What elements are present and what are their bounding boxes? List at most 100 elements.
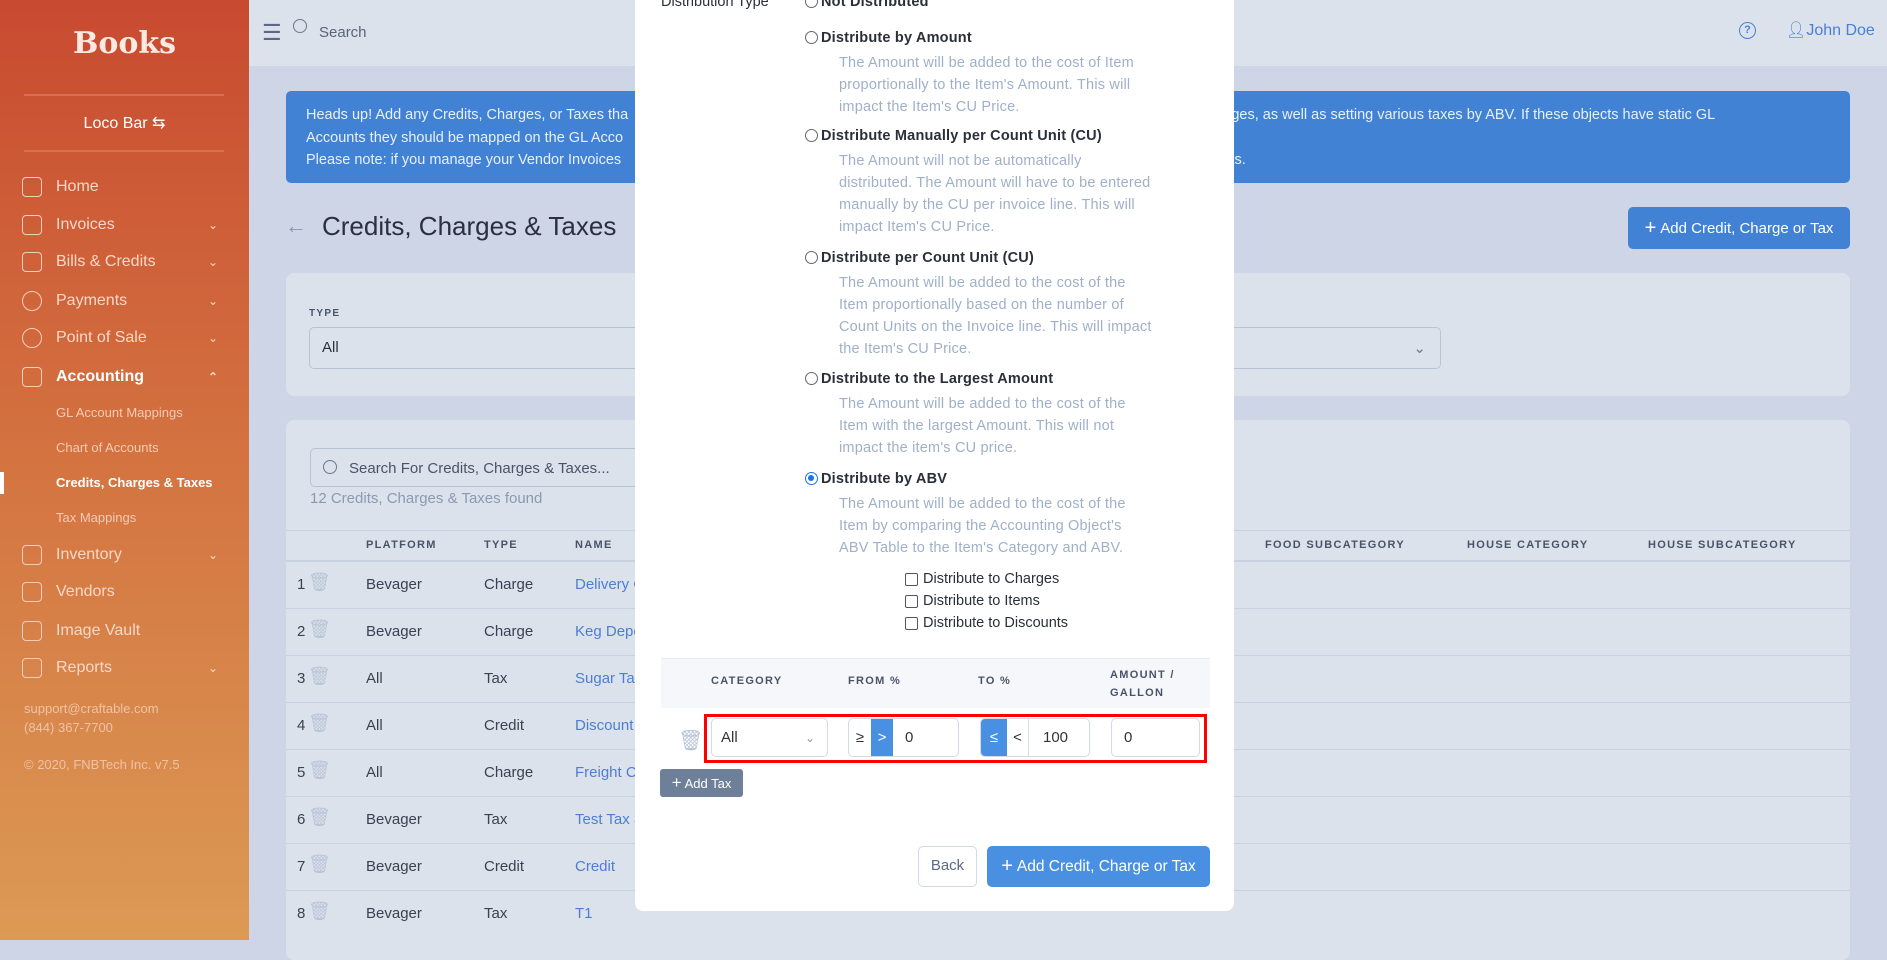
sidebar-item-tax-mappings[interactable]: Tax Mappings	[56, 510, 136, 525]
trash-icon[interactable]: 🗑︎	[308, 572, 331, 593]
back-arrow-icon[interactable]: ←	[285, 213, 307, 239]
name-link[interactable]: T1	[575, 905, 593, 922]
radio-distribute-to-the-largest-amount[interactable]: Distribute to the Largest Amount	[805, 371, 1053, 387]
radio-distribute-by-abv[interactable]: Distribute by ABV	[805, 471, 948, 487]
sidebar-item-label: Inventory	[56, 546, 122, 563]
trash-icon[interactable]: 🗑︎	[308, 619, 331, 640]
radio-distribute-by-amount[interactable]: Distribute by Amount	[805, 30, 972, 46]
location-switcher[interactable]: Loco Bar ⇆	[0, 113, 249, 133]
gte-toggle[interactable]: ≥	[849, 719, 871, 756]
option-description: Item with the largest Amount. This will …	[839, 418, 1115, 434]
trash-icon[interactable]: 🗑︎	[308, 901, 331, 922]
radio-button[interactable]	[805, 472, 818, 485]
amount-per-gallon-input[interactable]: 0	[1111, 718, 1200, 757]
to-group: ≤ < 100	[980, 718, 1090, 757]
trash-icon[interactable]: 🗑︎	[678, 728, 703, 753]
submit-add-button[interactable]: + Add Credit, Charge or Tax	[987, 846, 1210, 887]
radio-not-distributed[interactable]: Not Distributed	[805, 0, 929, 10]
name-link[interactable]: Discount	[575, 717, 633, 734]
type-cell: Tax	[484, 811, 508, 828]
trash-icon[interactable]: 🗑︎	[308, 807, 331, 828]
lt-toggle[interactable]: <	[1007, 719, 1029, 756]
radio-button[interactable]	[805, 129, 818, 142]
lte-toggle[interactable]: ≤	[981, 719, 1007, 756]
chevron-down-icon: ⌄	[207, 218, 218, 232]
checkbox-distribute-to-charges[interactable]: Distribute to Charges	[905, 571, 1059, 587]
gt-toggle[interactable]: >	[871, 719, 893, 756]
sidebar-item-accounting[interactable]: Accounting ⌃	[22, 362, 232, 392]
button-label: Add Tax	[684, 775, 732, 791]
chevron-up-icon: ⌃	[207, 370, 218, 384]
radio-button[interactable]	[805, 372, 818, 385]
abv-table-header: CATEGORY FROM % TO % AMOUNT / GALLON	[661, 658, 1210, 708]
trash-icon[interactable]: 🗑︎	[308, 854, 331, 875]
sidebar-item-home[interactable]: Home	[22, 172, 232, 202]
sidebar-item-reports[interactable]: Reports ⌄	[22, 653, 232, 683]
checkbox[interactable]	[905, 616, 918, 630]
radio-distribute-per-count-unit-cu[interactable]: Distribute per Count Unit (CU)	[805, 250, 1034, 266]
user-menu[interactable]: 👤︎John Doe	[1786, 20, 1875, 40]
type-cell: Charge	[484, 764, 534, 781]
back-button[interactable]: Back	[918, 846, 977, 887]
sidebar-item-label: Invoices	[56, 216, 115, 233]
name-link[interactable]: Sugar Tax	[575, 670, 642, 687]
category-select[interactable]: All ⌄	[711, 718, 828, 757]
checkbox-distribute-to-items[interactable]: Distribute to Items	[905, 593, 1040, 609]
plus-icon: +	[671, 773, 682, 792]
sidebar-item-payments[interactable]: Payments ⌄	[22, 286, 232, 316]
add-credit-charge-tax-button[interactable]: + Add Credit, Charge or Tax	[1628, 207, 1850, 249]
sidebar-item-invoices[interactable]: Invoices ⌄	[22, 210, 232, 240]
sidebar-item-vendors[interactable]: Vendors	[22, 577, 232, 607]
platform-cell: Bevager	[366, 811, 422, 828]
checkbox[interactable]	[905, 594, 918, 608]
radio-label: Distribute by Amount	[821, 30, 972, 46]
sidebar-item-credits-charges-taxes[interactable]: Credits, Charges & Taxes	[56, 475, 213, 490]
checkbox-distribute-to-discounts[interactable]: Distribute to Discounts	[905, 615, 1068, 631]
radio-button[interactable]	[805, 31, 818, 44]
search-icon	[293, 19, 307, 33]
name-link[interactable]: Keg Depo	[575, 623, 642, 640]
help-icon[interactable]: ?	[1739, 22, 1756, 39]
support-phone: (844) 367-7700	[24, 720, 113, 735]
chevron-down-icon: ⌄	[207, 294, 218, 308]
name-link[interactable]: Freight C	[575, 764, 637, 781]
row-number: 2	[297, 623, 306, 640]
trash-icon[interactable]: 🗑︎	[308, 666, 331, 687]
sidebar: Books Loco Bar ⇆ Home Invoices ⌄ Bills & Cr…	[0, 0, 249, 940]
platform-cell: Bevager	[366, 576, 422, 593]
list-search-input[interactable]: Search For Credits, Charges & Taxes...	[310, 448, 670, 487]
menu-icon[interactable]: ☰	[262, 20, 282, 46]
trash-icon[interactable]: 🗑︎	[308, 760, 331, 781]
radio-button[interactable]	[805, 251, 818, 264]
name-link[interactable]: Delivery C	[575, 576, 644, 593]
sidebar-item-chart-of-accounts[interactable]: Chart of Accounts	[56, 440, 159, 455]
sidebar-item-gl-account-mappings[interactable]: GL Account Mappings	[56, 405, 183, 420]
home-icon	[22, 177, 42, 197]
option-description: The Amount will be added to the cost of …	[839, 275, 1126, 291]
sidebar-item-point-of-sale[interactable]: Point of Sale ⌄	[22, 323, 232, 353]
type-cell: Credit	[484, 717, 525, 734]
search-input[interactable]: Search	[319, 24, 367, 41]
platform-cell: Bevager	[366, 905, 422, 922]
trash-icon[interactable]: 🗑︎	[308, 713, 331, 734]
sidebar-item-label: Image Vault	[56, 622, 141, 639]
name-link[interactable]: Credit	[575, 858, 615, 875]
sidebar-item-bills-credits[interactable]: Bills & Credits ⌄	[22, 247, 232, 277]
checkbox[interactable]	[905, 572, 918, 586]
sidebar-item-inventory[interactable]: Inventory ⌄	[22, 540, 232, 570]
radio-button[interactable]	[805, 0, 818, 8]
radio-label: Distribute by ABV	[821, 471, 948, 487]
support-email[interactable]: support@craftable.com	[24, 701, 159, 716]
from-input[interactable]: 0	[893, 729, 913, 746]
sidebar-item-image-vault[interactable]: Image Vault	[22, 616, 232, 646]
sidebar-item-label: Point of Sale	[56, 329, 147, 346]
column-amount: AMOUNT /	[1110, 669, 1175, 681]
platform-cell: All	[366, 764, 383, 781]
name-link[interactable]: Test Tax 3	[575, 811, 642, 828]
radio-distribute-manually-per-count-unit-cu[interactable]: Distribute Manually per Count Unit (CU)	[805, 128, 1102, 144]
add-tax-button[interactable]: + Add Tax	[660, 769, 743, 797]
location-name: Loco Bar	[83, 115, 148, 132]
option-description: Item proportionally based on the number …	[839, 297, 1124, 313]
type-cell: Tax	[484, 670, 508, 687]
to-input[interactable]: 100	[1029, 729, 1068, 746]
